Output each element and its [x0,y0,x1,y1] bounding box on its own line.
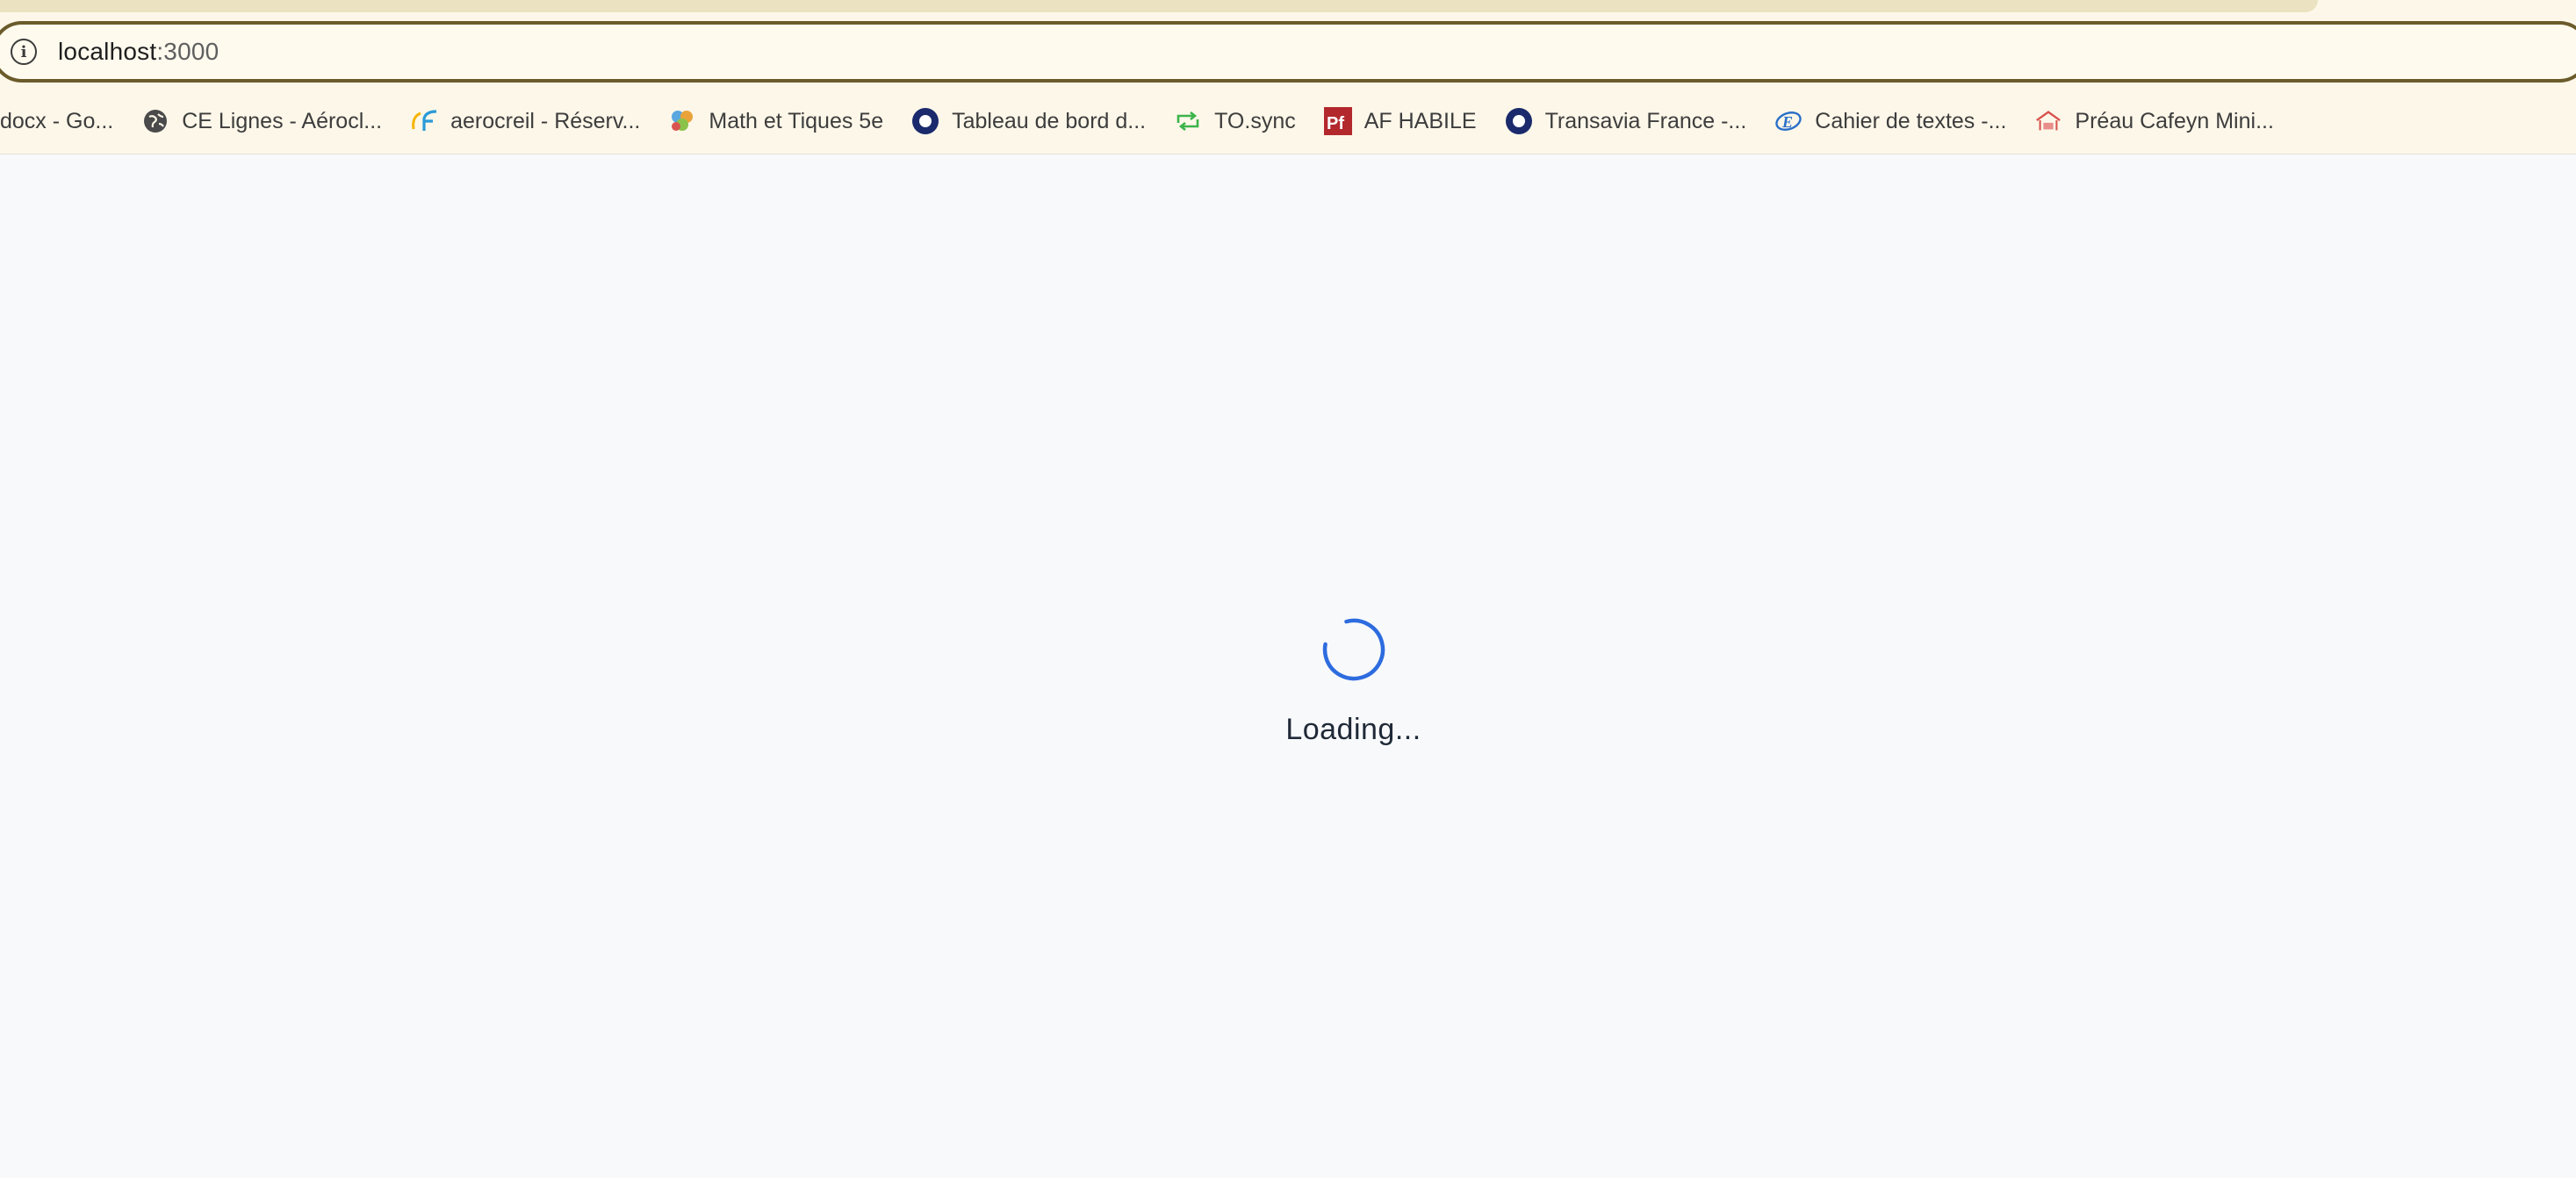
bookmarks-bar: docx - Go... CE Lignes - Aérocl... aeroc… [0,97,2302,146]
mathetiques-icon [668,107,696,135]
circle-badge-icon [911,107,939,135]
bookmark-ce-lignes[interactable]: CE Lignes - Aérocl... [141,107,382,135]
loading-spinner-icon [1322,618,1385,681]
circle-badge-icon [1505,107,1533,135]
tab-strip [0,0,2318,12]
bookmark-cahier-de-textes[interactable]: E Cahier de textes -... [1774,107,2006,135]
url-host: localhost [58,38,157,65]
url-text: localhost:3000 [58,38,219,66]
pf-icon: Pf [1323,107,1352,135]
bookmark-label: Math et Tiques 5e [709,108,884,133]
bookmark-docx[interactable]: docx - Go... [0,109,113,134]
browser-toolbar: i localhost:3000 docx - Go... CE Lignes … [0,0,2576,154]
bookmark-math-et-tiques[interactable]: Math et Tiques 5e [668,107,883,135]
bookmark-to-sync[interactable]: TO.sync [1174,107,1296,135]
bookmark-label: AF HABILE [1364,108,1477,133]
bookmark-af-habile[interactable]: Pf AF HABILE [1323,107,1477,135]
loading-text: Loading... [1285,713,1421,746]
bookmark-transavia[interactable]: Transavia France -... [1505,107,1747,135]
bookmark-preau-cafeyn[interactable]: Préau Cafeyn Mini... [2034,107,2274,135]
url-port: :3000 [156,38,219,65]
bookmark-label: aerocreil - Réserv... [450,108,641,133]
bookmark-label: docx - Go... [0,108,114,133]
svg-text:E: E [1781,113,1793,131]
ecole-directe-icon: E [1774,107,1802,135]
bookmark-label: Transavia France -... [1544,108,1747,133]
bookmark-label: CE Lignes - Aérocl... [182,108,383,133]
info-icon[interactable]: i [11,39,37,65]
bookmark-tableau-de-bord[interactable]: Tableau de bord d... [911,107,1146,135]
bookmark-label: TO.sync [1214,108,1296,133]
svg-text:Pf: Pf [1327,114,1344,133]
sync-arrows-icon [1174,107,1202,135]
globe-icon [141,107,169,135]
address-bar[interactable]: i localhost:3000 [0,21,2576,83]
bookmark-label: Cahier de textes -... [1815,108,2007,133]
bookmark-aerocreil[interactable]: aerocreil - Réserv... [410,107,640,135]
preau-icon [2034,107,2062,135]
bookmark-label: Préau Cafeyn Mini... [2075,108,2274,133]
bookmark-label: Tableau de bord d... [952,108,1147,133]
page-content [0,154,2576,1178]
aerocreil-icon [410,107,438,135]
